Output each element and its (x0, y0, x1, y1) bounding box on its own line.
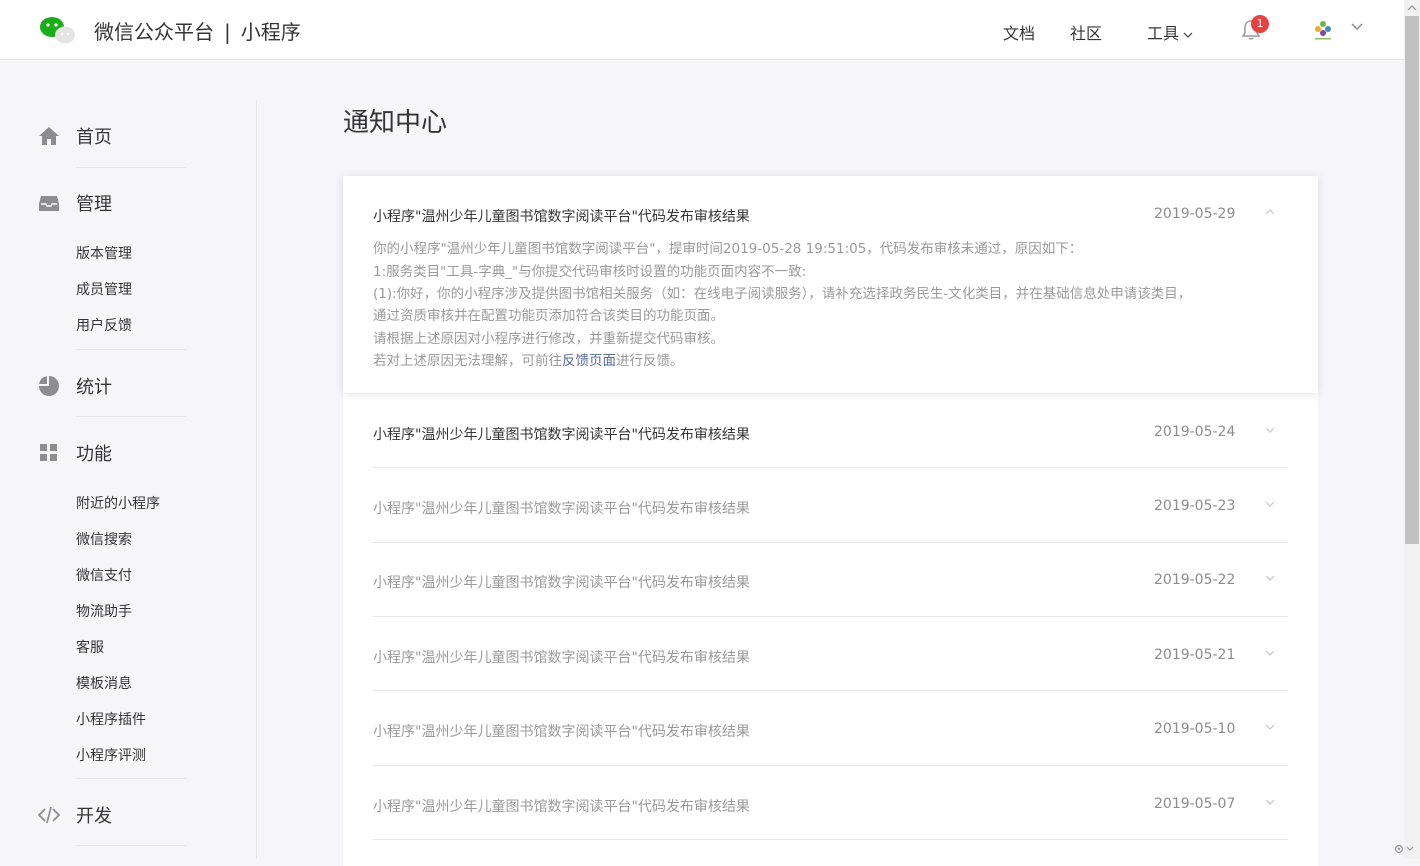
chevron-down-icon (1183, 32, 1193, 38)
notification-title[interactable]: 小程序"温州少年儿童图书馆数字阅读平台"代码发布审核结果 (373, 206, 750, 226)
code-icon (38, 806, 60, 824)
brand-product: 小程序 (240, 20, 301, 44)
notification-body-text: 进行反馈。 (616, 353, 684, 369)
sidebar-separator (76, 778, 186, 779)
notification-divider (373, 467, 1288, 468)
notification-divider (373, 616, 1288, 617)
sidebar-item-develop-label: 开发 (76, 806, 112, 827)
sidebar-item-customer-service[interactable]: 客服 (76, 637, 104, 657)
wechat-logo-icon[interactable] (38, 14, 78, 46)
notification-title[interactable]: 小程序"温州少年儿童图书馆数字阅读平台"代码发布审核结果 (373, 424, 750, 444)
sidebar-item-wechat-search[interactable]: 微信搜索 (76, 529, 132, 549)
pie-chart-icon (39, 376, 59, 396)
sidebar-item-member-manage[interactable]: 成员管理 (76, 279, 132, 299)
notification-divider (373, 542, 1288, 543)
chevron-down-icon[interactable] (1265, 724, 1275, 730)
chevron-down-icon[interactable] (1265, 501, 1275, 507)
sidebar-separator (76, 349, 186, 350)
page-title: 通知中心 (343, 108, 448, 138)
notification-date: 2019-05-07 (1154, 796, 1236, 812)
notification-divider (373, 839, 1288, 840)
notification-date: 2019-05-24 (1154, 424, 1236, 440)
notification-body-line: 1:服务类目"工具-字典_"与你提交代码审核时设置的功能页面内容不一致: (373, 264, 807, 280)
sidebar-item-user-feedback[interactable]: 用户反馈 (76, 315, 132, 335)
sidebar-item-nearby-miniprogram[interactable]: 附近的小程序 (76, 493, 160, 513)
sidebar-item-develop[interactable]: 开发 (38, 802, 238, 828)
notification-date: 2019-05-22 (1154, 572, 1236, 588)
brand-separator: | (224, 20, 231, 44)
sidebar-divider (256, 100, 257, 859)
notification-date: 2019-05-29 (1154, 206, 1236, 222)
sidebar-separator (76, 845, 186, 846)
chevron-down-icon[interactable] (1265, 799, 1275, 805)
notification-title[interactable]: 小程序"温州少年儿童图书馆数字阅读平台"代码发布审核结果 (373, 647, 750, 667)
notification-body-line: 请根据上述原因对小程序进行修改，并重新提交代码审核。 (373, 331, 724, 347)
sidebar-item-review[interactable]: 小程序评测 (76, 745, 146, 765)
account-chevron-down-icon[interactable] (1351, 23, 1363, 31)
notification-divider (373, 690, 1288, 691)
sidebar-item-home[interactable]: 首页 (38, 123, 238, 149)
sidebar-item-wechat-pay[interactable]: 微信支付 (76, 565, 132, 585)
sidebar-separator (76, 416, 186, 417)
sidebar-item-features-label: 功能 (76, 444, 112, 465)
sidebar-item-stats[interactable]: 统计 (38, 373, 238, 399)
sidebar-item-template-message[interactable]: 模板消息 (76, 673, 132, 693)
notification-body-line: 你的小程序"温州少年儿童图书馆数字阅读平台"，提审时间2019-05-28 19… (373, 241, 1083, 257)
sidebar-separator (76, 167, 186, 168)
sidebar-item-version-manage[interactable]: 版本管理 (76, 243, 132, 263)
nav-tools-label: 工具 (1147, 24, 1180, 43)
sidebar-item-stats-label: 统计 (76, 377, 112, 398)
notification-divider (373, 765, 1288, 766)
notification-title[interactable]: 小程序"温州少年儿童图书馆数字阅读平台"代码发布审核结果 (373, 498, 750, 518)
nav-docs-link[interactable]: 文档 (1003, 20, 1035, 44)
chevron-down-icon[interactable] (1265, 650, 1275, 656)
sidebar-item-plugins[interactable]: 小程序插件 (76, 709, 146, 729)
gear-icon[interactable] (1393, 842, 1417, 856)
brand-name: 微信公众平台 (94, 20, 214, 44)
notification-title[interactable]: 小程序"温州少年儿童图书馆数字阅读平台"代码发布审核结果 (373, 572, 750, 592)
notification-body-line: 通过资质审核并在配置功能页添加符合该类目的功能页面。 (373, 308, 724, 324)
avatar[interactable] (1312, 19, 1334, 41)
home-icon (39, 127, 59, 145)
notification-title[interactable]: 小程序"温州少年儿童图书馆数字阅读平台"代码发布审核结果 (373, 721, 750, 741)
notification-body-text: 若对上述原因无法理解，可前往 (373, 353, 562, 369)
chevron-down-icon[interactable] (1265, 575, 1275, 581)
notification-date: 2019-05-10 (1154, 721, 1236, 737)
notification-body-last-line: 若对上述原因无法理解，可前往反馈页面进行反馈。 (373, 349, 684, 369)
chevron-down-icon[interactable] (1265, 427, 1275, 433)
feedback-page-link[interactable]: 反馈页面 (562, 353, 616, 369)
nav-tools-menu[interactable]: 工具 (1147, 20, 1193, 44)
brand-title: 微信公众平台 | 小程序 (94, 16, 301, 45)
scrollbar-thumb[interactable] (1405, 16, 1419, 544)
notification-badge: 1 (1251, 15, 1269, 33)
sidebar-item-manage-label: 管理 (76, 194, 112, 215)
notification-date: 2019-05-21 (1154, 647, 1236, 663)
inbox-icon (39, 196, 59, 211)
nav-community-link[interactable]: 社区 (1070, 20, 1102, 44)
top-bar: 微信公众平台 | 小程序 文档 社区 工具 1 (0, 0, 1404, 60)
grid-icon (40, 444, 57, 461)
sidebar-item-manage[interactable]: 管理 (38, 190, 238, 216)
sidebar-item-home-label: 首页 (76, 127, 112, 148)
notification-body-line: (1):你好，你的小程序涉及提供图书馆相关服务（如：在线电子阅读服务），请补充选… (373, 286, 1192, 302)
chevron-up-icon[interactable] (1265, 209, 1275, 215)
sidebar-item-features[interactable]: 功能 (38, 440, 238, 466)
notification-date: 2019-05-23 (1154, 498, 1236, 514)
notification-title[interactable]: 小程序"温州少年儿童图书馆数字阅读平台"代码发布审核结果 (373, 796, 750, 816)
sidebar-item-logistics[interactable]: 物流助手 (76, 601, 132, 621)
scroll-up-arrow-icon[interactable] (1404, 0, 1420, 16)
